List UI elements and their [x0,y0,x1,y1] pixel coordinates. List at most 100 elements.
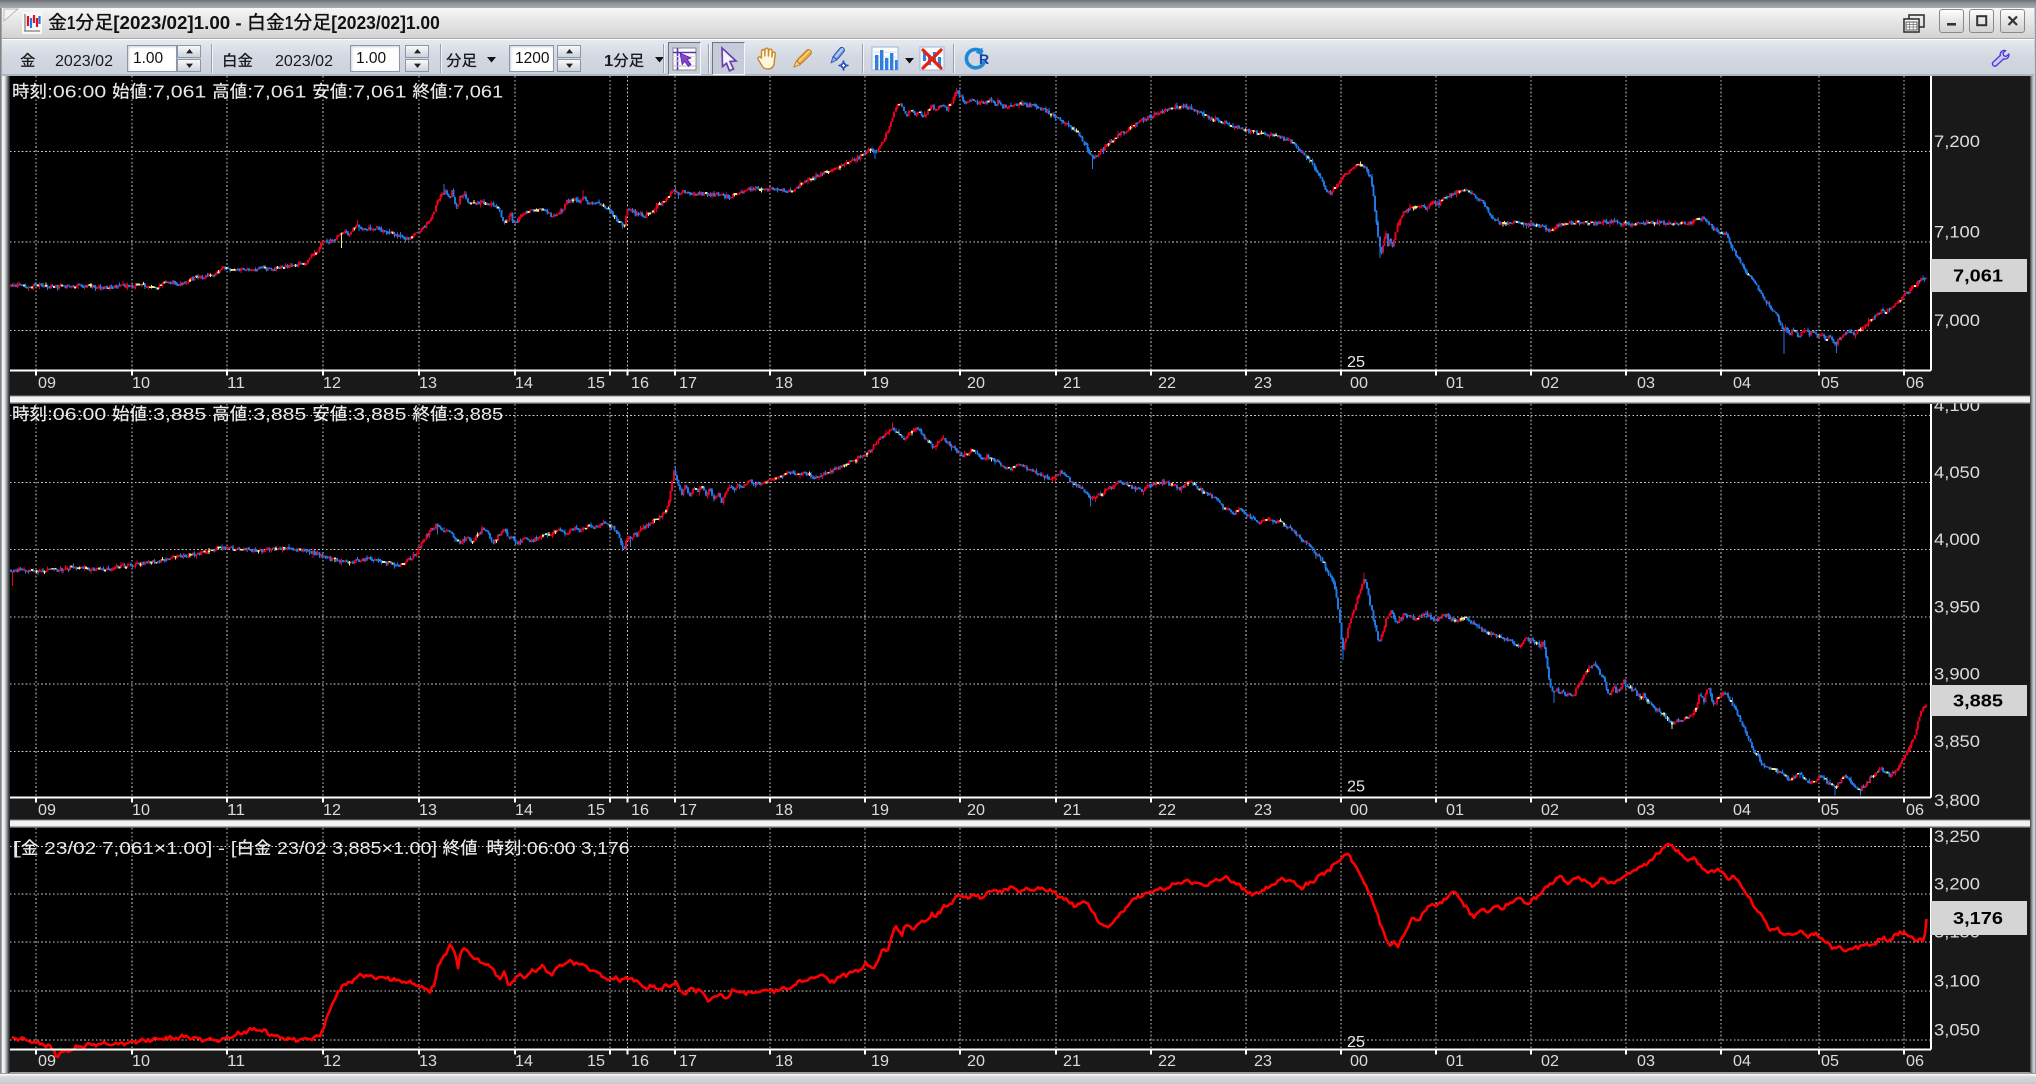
svg-text:19: 19 [871,1053,889,1070]
svg-text:3,900: 3,900 [1934,666,1980,684]
svg-text:13: 13 [419,375,437,392]
svg-text:7,061: 7,061 [1953,266,2003,286]
svg-text:2023/02: 2023/02 [55,53,113,70]
svg-text:19: 19 [871,802,889,819]
svg-text:14: 14 [515,802,533,819]
svg-text:10: 10 [132,802,150,819]
svg-text::7,061: :7,061 [347,82,412,102]
svg-text:18: 18 [775,375,793,392]
svg-text::06:00 3,176: :06:00 3,176 [522,838,630,858]
svg-text:25: 25 [1347,1034,1365,1051]
svg-text:11: 11 [227,802,245,819]
svg-text:[: [ [12,838,21,858]
svg-text:3,176: 3,176 [1953,908,2003,928]
svg-text:17: 17 [679,375,697,392]
svg-text:03: 03 [1637,375,1655,392]
svg-text::7,061: :7,061 [447,82,503,102]
svg-text:23/02 7,061×1.00] - [: 23/02 7,061×1.00] - [ [39,838,237,858]
svg-text:01: 01 [1446,802,1464,819]
svg-text::7,061: :7,061 [147,82,212,102]
svg-text:11: 11 [227,1053,245,1070]
svg-text:09: 09 [38,375,56,392]
svg-text:R: R [979,51,989,67]
svg-text:4,050: 4,050 [1934,464,1980,482]
svg-text:12: 12 [323,1053,341,1070]
svg-text::06:00: :06:00 [47,82,112,102]
svg-text:05: 05 [1821,1053,1839,1070]
svg-text:22: 22 [1158,1053,1176,1070]
svg-text:12: 12 [323,802,341,819]
svg-text:06: 06 [1906,375,1924,392]
svg-text:06: 06 [1906,802,1924,819]
svg-text:3,800: 3,800 [1934,792,1980,810]
svg-text:18: 18 [775,802,793,819]
svg-text:1: 1 [604,53,614,70]
svg-text:17: 17 [679,802,697,819]
svg-text:15: 15 [587,1053,605,1070]
svg-text:7,100: 7,100 [1934,224,1980,242]
svg-text:15: 15 [587,802,605,819]
svg-text:23: 23 [1254,375,1272,392]
svg-text:00: 00 [1350,1053,1368,1070]
svg-text:13: 13 [419,1053,437,1070]
svg-text:3,200: 3,200 [1934,875,1980,893]
svg-text:16: 16 [631,802,649,819]
svg-text:22: 22 [1158,375,1176,392]
svg-text:09: 09 [38,802,56,819]
svg-text:00: 00 [1350,802,1368,819]
svg-text::06:00: :06:00 [47,404,112,424]
svg-text:11: 11 [227,375,245,392]
svg-text:01: 01 [1446,1053,1464,1070]
svg-text::7,061: :7,061 [247,82,312,102]
svg-text:04: 04 [1733,802,1751,819]
svg-text:3,885: 3,885 [1953,691,2003,711]
svg-text:05: 05 [1821,375,1839,392]
svg-text:17: 17 [679,1053,697,1070]
svg-text:21: 21 [1063,1053,1081,1070]
svg-text:20: 20 [967,1053,985,1070]
svg-text::3,885: :3,885 [247,404,312,424]
svg-text:23: 23 [1254,1053,1272,1070]
svg-text:21: 21 [1063,802,1081,819]
svg-text:00: 00 [1350,375,1368,392]
svg-text::3,885: :3,885 [147,404,212,424]
svg-text:06: 06 [1906,1053,1924,1070]
svg-text:16: 16 [631,1053,649,1070]
svg-text:20: 20 [967,802,985,819]
svg-text:3,850: 3,850 [1934,733,1980,751]
svg-text:7,000: 7,000 [1934,312,1980,330]
svg-text:03: 03 [1637,1053,1655,1070]
svg-text:3,100: 3,100 [1934,973,1980,991]
svg-text:4,000: 4,000 [1934,531,1980,549]
svg-text:02: 02 [1541,1053,1559,1070]
svg-text:14: 14 [515,375,533,392]
svg-text:23/02 3,885×1.00]: 23/02 3,885×1.00] [272,838,443,858]
svg-text:03: 03 [1637,802,1655,819]
svg-text:20: 20 [967,375,985,392]
svg-text:25: 25 [1347,779,1365,796]
svg-text:05: 05 [1821,802,1839,819]
svg-text:09: 09 [38,1053,56,1070]
svg-text:14: 14 [515,1053,533,1070]
svg-text:23: 23 [1254,802,1272,819]
svg-text:21: 21 [1063,375,1081,392]
svg-text:3,950: 3,950 [1934,599,1980,617]
svg-text:22: 22 [1158,802,1176,819]
svg-text:18: 18 [775,1053,793,1070]
svg-text:3,250: 3,250 [1934,828,1980,846]
svg-text:01: 01 [1446,375,1464,392]
svg-text::3,885: :3,885 [347,404,412,424]
svg-text:02: 02 [1541,375,1559,392]
svg-text:2023/02: 2023/02 [275,53,333,70]
svg-text:19: 19 [871,375,889,392]
svg-text:16: 16 [631,375,649,392]
svg-text:04: 04 [1733,375,1751,392]
svg-text:10: 10 [132,375,150,392]
svg-text::3,885: :3,885 [447,404,503,424]
svg-text:02: 02 [1541,802,1559,819]
svg-text:7,200: 7,200 [1934,133,1980,151]
svg-text:13: 13 [419,802,437,819]
svg-text:25: 25 [1347,354,1365,371]
svg-text:04: 04 [1733,1053,1751,1070]
svg-text:15: 15 [587,375,605,392]
